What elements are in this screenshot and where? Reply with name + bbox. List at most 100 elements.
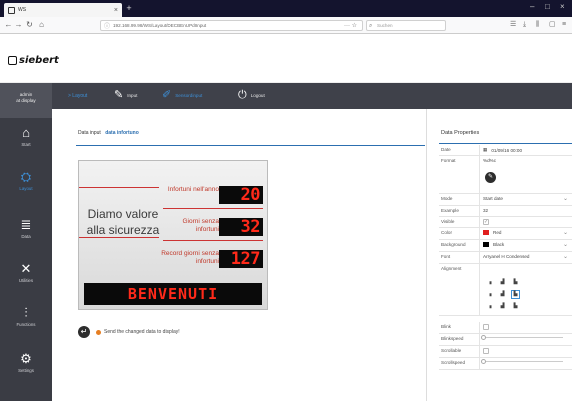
sidebar-item-data[interactable]: ≣ Data xyxy=(0,218,52,240)
prop-color: Color Red ⌄ xyxy=(439,228,572,240)
prop-label: Example xyxy=(441,208,459,213)
prop-example: Example 32 xyxy=(439,206,572,217)
toolbar-layout-input-label: Sensordinput xyxy=(175,93,203,98)
visible-checkbox[interactable]: ✓ xyxy=(483,219,489,225)
toolbar-input-button[interactable]: ✎ Input xyxy=(114,90,137,101)
subtabs: Data input data infortuno xyxy=(78,130,139,136)
row-separator xyxy=(163,208,263,209)
mode-select[interactable]: Start date xyxy=(483,196,503,201)
prop-format: Format %d%c ✎ xyxy=(439,156,572,194)
sidebar-item-settings[interactable]: ⚙ Settings xyxy=(0,352,52,374)
divider xyxy=(76,145,425,146)
align-bottom-right-icon[interactable]: ▙ xyxy=(511,302,520,311)
page-actions-icon[interactable]: ··· ☆ xyxy=(344,21,357,30)
chevron-down-icon[interactable]: ⌄ xyxy=(563,241,568,248)
tab-data-input[interactable]: Data input xyxy=(78,130,101,136)
logo-text: siebert xyxy=(19,55,59,66)
logo-mark-icon xyxy=(8,56,17,65)
sidebar-item-functions[interactable]: ⫶ Functions xyxy=(0,305,52,328)
align-middle-right-icon[interactable]: ▙ xyxy=(511,290,520,299)
edit-icon: ✎ xyxy=(114,89,124,101)
prop-label: Scrollable xyxy=(441,348,462,353)
functions-icon: ⫶ xyxy=(24,305,28,320)
toolbar-logout-button[interactable]: ⏻ Logout xyxy=(238,90,265,101)
row-separator xyxy=(163,240,263,241)
prop-scrollspeed: Scrollspeed xyxy=(439,358,572,370)
forward-icon[interactable]: → xyxy=(14,20,23,30)
slider-handle[interactable] xyxy=(481,359,486,364)
align-bottom-center-icon[interactable]: ▟ xyxy=(498,302,507,311)
prop-label: Background xyxy=(441,242,466,247)
led-value[interactable]: 127 xyxy=(219,250,263,268)
send-button[interactable]: ↵ xyxy=(78,326,90,338)
scrollspeed-slider[interactable] xyxy=(481,359,563,364)
background-swatch xyxy=(483,242,489,247)
format-field[interactable]: %d%c xyxy=(483,158,496,163)
chevron-down-icon[interactable]: ⌄ xyxy=(563,195,568,202)
toolbar-layout-input-button[interactable]: ✐ Sensordinput xyxy=(162,90,202,101)
prop-alignment: Alignment ▗ ▟ ▙ ▗ ▟ ▙ ▗ ▟ ▙ xyxy=(439,264,572,316)
sidebar-item-label: Layout xyxy=(19,186,33,191)
color-select[interactable]: Red xyxy=(483,230,501,235)
prop-font: Font Arryanel H Condensed ⌄ xyxy=(439,252,572,264)
browser-nav-bar: ← → ↻ ⌂ ⓘ 192.168.99.98/WS/Layout/DECBEn… xyxy=(0,17,572,34)
align-bottom-left-icon[interactable]: ▗ xyxy=(485,302,494,311)
align-top-left-icon[interactable]: ▗ xyxy=(485,278,494,287)
led-value[interactable]: 20 xyxy=(219,186,263,204)
align-top-right-icon[interactable]: ▙ xyxy=(511,278,520,287)
background-select[interactable]: Black xyxy=(483,242,504,247)
align-middle-center-icon[interactable]: ▟ xyxy=(498,290,507,299)
display-banner[interactable]: BENVENUTI xyxy=(84,283,262,305)
chevron-down-icon[interactable]: ⌄ xyxy=(563,229,568,236)
sidebar-item-utilities[interactable]: ✕ Utilities xyxy=(0,262,52,284)
tab-close-icon[interactable]: × xyxy=(114,7,118,14)
prop-scrollable: Scrollable xyxy=(439,346,572,358)
prop-label: Mode xyxy=(441,196,453,201)
sidebar-toggle-icon[interactable]: ▢ xyxy=(549,20,556,30)
edit-format-button[interactable]: ✎ xyxy=(485,172,496,183)
prop-blink: Blink xyxy=(439,322,572,334)
font-select[interactable]: Arryanel H Condensed xyxy=(483,254,529,259)
color-value: Red xyxy=(493,230,502,235)
align-top-center-icon[interactable]: ▟ xyxy=(498,278,507,287)
send-row: ↵ Send the changed data to display! xyxy=(78,326,180,338)
blink-checkbox[interactable] xyxy=(483,324,489,330)
date-field[interactable]: ▦ 01/09/16 00:00 xyxy=(483,147,522,153)
back-icon[interactable]: ← xyxy=(4,20,13,30)
layout-icon: ⛭ xyxy=(20,169,32,184)
led-value[interactable]: 32 xyxy=(219,218,263,236)
reload-icon[interactable]: ↻ xyxy=(25,20,34,30)
decor-line xyxy=(79,187,159,188)
search-placeholder: Suchen xyxy=(377,23,393,28)
properties-title: Data Properties xyxy=(441,130,480,136)
scrollable-checkbox[interactable] xyxy=(483,348,489,354)
minimize-icon[interactable]: – xyxy=(530,2,534,11)
url-bar[interactable]: ⓘ 192.168.99.98/WS/Layout/DECBEnUPdIInpu… xyxy=(100,20,363,31)
app-header: siebert xyxy=(0,34,572,83)
url-text: 192.168.99.98/WS/Layout/DECBEnUPdIInput xyxy=(113,23,207,28)
menu-icon[interactable]: ≡ xyxy=(562,20,566,30)
new-tab-button[interactable]: + xyxy=(124,3,134,14)
download-icon[interactable]: ⤓ xyxy=(523,20,526,30)
prop-background: Background Black ⌄ xyxy=(439,240,572,252)
prop-label: Scrollspeed xyxy=(441,360,466,365)
align-middle-left-icon[interactable]: ▗ xyxy=(485,290,494,299)
favicon-icon xyxy=(8,6,15,14)
bookmarks-icon[interactable]: ☰ xyxy=(510,20,516,30)
toolbar-input-label: Input xyxy=(127,93,138,98)
blinkspeed-slider[interactable] xyxy=(481,335,563,340)
search-input[interactable]: ⌕ Suchen xyxy=(366,20,446,31)
breadcrumb[interactable]: > Layout xyxy=(68,93,87,99)
sidebar-item-start[interactable]: ⌂ Start xyxy=(0,126,52,148)
tab-data-infortuno[interactable]: data infortuno xyxy=(105,130,139,136)
window-close-icon[interactable]: × xyxy=(560,2,565,11)
example-input[interactable]: 32 xyxy=(483,208,488,213)
slider-handle[interactable] xyxy=(481,335,486,340)
date-value: 01/09/16 00:00 xyxy=(491,147,522,153)
chevron-down-icon[interactable]: ⌄ xyxy=(563,253,568,260)
home-browser-icon[interactable]: ⌂ xyxy=(37,20,46,30)
browser-tab[interactable]: WS × xyxy=(4,3,122,17)
sidebar-item-layout[interactable]: ⛭ Layout xyxy=(0,169,52,192)
maximize-icon[interactable]: □ xyxy=(545,2,550,11)
library-icon[interactable]: ⫼ xyxy=(536,20,539,30)
